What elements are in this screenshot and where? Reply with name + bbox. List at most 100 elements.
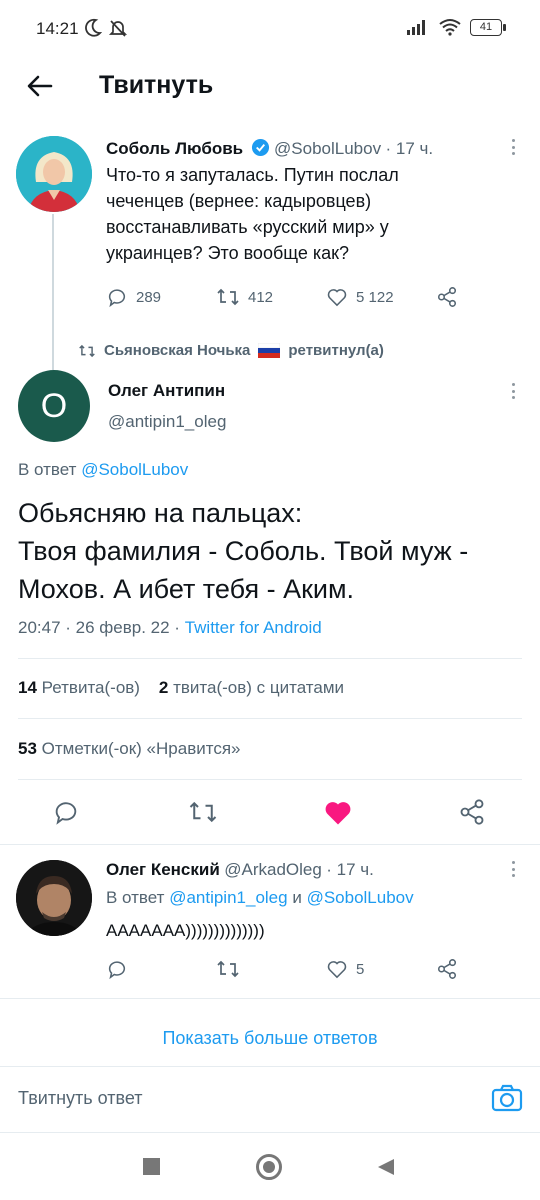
camera-button[interactable] [491,1084,523,1117]
tweet-text-line: Что-то я запуталась. Путин послал [106,165,399,185]
status-bar: 14:21 41 [0,0,540,60]
reply-button[interactable] [106,958,216,980]
avatar[interactable]: О [18,370,90,442]
tweet-time: · 17 ч. [326,860,374,879]
retweet-stats: 14 Ретвита(-ов) 2 твита(-ов) с цитатами [18,678,344,698]
camera-icon [491,1084,523,1112]
retweets-link[interactable]: 14 Ретвита(-ов) [18,678,140,697]
tweet-text-line: Мохов. А ибет тебя - Аким. [18,574,355,604]
retweet-icon [79,344,95,357]
moon-icon [85,18,102,37]
home-button[interactable] [256,1154,282,1180]
tweet-datetime: 20:47 · 26 февр. 22 · [18,618,180,637]
reply-icon [108,289,126,308]
author-name[interactable]: Олег Антипин [108,381,225,401]
status-time: 14:21 [36,19,79,38]
likes-stats[interactable]: 53 Отметки(-ок) «Нравится» [18,739,241,759]
more-options-button[interactable] [506,380,520,402]
person-photo-icon [16,860,92,936]
reply-to-handle[interactable]: @SobolLubov [81,460,188,479]
reply-context: В ответ @SobolLubov [18,460,188,480]
like-button[interactable]: 5 122 [326,287,436,307]
reply-button[interactable]: 289 [106,286,216,308]
russia-flag-icon [258,343,281,358]
like-count: 5 122 [356,288,394,306]
author-name[interactable]: Соболь Любовь [106,139,243,158]
likes-label: Отметки(-ок) «Нравится» [41,739,241,758]
retweets-count: 14 [18,678,37,697]
page-title: Твитнуть [99,71,214,99]
share-button[interactable] [458,798,486,831]
tweet-text-line: восстанавливать «русский мир» у [106,217,389,237]
share-button[interactable] [436,286,458,308]
author-name[interactable]: Олег Кенский [106,860,220,879]
verified-badge-icon [251,138,269,157]
tweet-text: Обьясняю на пальцах: Твоя фамилия - Собо… [18,494,528,608]
retweet-icon [189,801,217,823]
like-count: 5 [356,960,365,978]
retweeter-name[interactable]: Сьяновская Ночька [104,342,250,359]
avatar[interactable] [16,860,92,936]
tweet-meta: 20:47 · 26 февр. 22 · Twitter for Androi… [18,618,322,638]
retweet-icon [217,960,239,978]
signal-icon [407,20,425,35]
divider [0,1066,540,1067]
tweet-text-line: украинцев? Это вообще как? [106,243,350,263]
retweet-button[interactable]: 412 [216,286,326,308]
author-handle[interactable]: @SobolLubov [274,139,381,158]
share-icon [437,959,457,979]
more-options-button[interactable] [506,858,520,880]
reply-to-handle[interactable]: @SobolLubov [307,888,414,907]
tweet-actions: 5 [106,958,458,980]
tweet-time: · 17 ч. [385,139,434,158]
tweet-header: Соболь Любовь @SobolLubov · 17 ч. [106,138,433,159]
back-triangle-icon[interactable] [376,1157,396,1177]
retweet-icon [217,288,239,306]
back-button[interactable] [22,68,58,104]
quotes-link[interactable]: 2 твита(-ов) с цитатами [159,678,344,697]
retweet-button[interactable] [216,958,326,980]
tweet-text-line: чеченцев (вернее: кадыровцев) [106,191,372,211]
app-header: Твитнуть [0,60,540,120]
share-icon [460,799,484,825]
divider [0,1132,540,1133]
heart-icon [327,289,347,307]
reply-input[interactable] [18,1088,458,1109]
divider [18,718,522,719]
retweeted-label: ретвитнул(а) [288,342,384,359]
heart-icon [327,961,347,979]
tweet-text-line: Обьясняю на пальцах: [18,498,303,528]
author-handle[interactable]: @antipin1_oleg [108,412,226,432]
author-handle[interactable]: @ArkadOleg [224,860,322,879]
more-options-button[interactable] [506,136,520,158]
like-button[interactable] [323,798,353,831]
reply-icon [108,961,126,980]
quotes-label: твита(-ов) с цитатами [173,678,345,697]
retweet-count: 412 [248,288,274,306]
bell-off-icon [108,20,128,37]
show-more-replies-button[interactable]: Показать больше ответов [0,1028,540,1049]
retweets-label: Ретвита(-ов) [41,678,140,697]
avatar[interactable] [16,136,92,212]
like-button[interactable]: 5 [326,959,436,979]
tweet-source-link[interactable]: Twitter for Android [185,618,322,637]
recents-button[interactable] [143,1158,160,1175]
system-nav-bar [0,1136,540,1200]
thread-connector [52,214,54,370]
reply-count: 289 [136,288,162,306]
share-button[interactable] [436,958,458,980]
retweet-button[interactable] [188,798,218,831]
home-dot [263,1161,275,1173]
tweet-text: АААААAA)))))))))))))) [106,921,265,940]
quotes-count: 2 [158,678,169,697]
main-tweet-actions [0,794,540,834]
reply-to-handle[interactable]: @antipin1_oleg [169,888,287,907]
share-icon [437,287,457,307]
wifi-icon [439,19,461,36]
avatar-letter: О [40,386,68,425]
likes-count: 53 [18,739,37,758]
reply-button[interactable] [52,798,80,831]
divider [18,658,522,659]
divider [0,998,540,999]
tweet-text-line: Твоя фамилия - Соболь. Твой муж - [18,536,469,566]
